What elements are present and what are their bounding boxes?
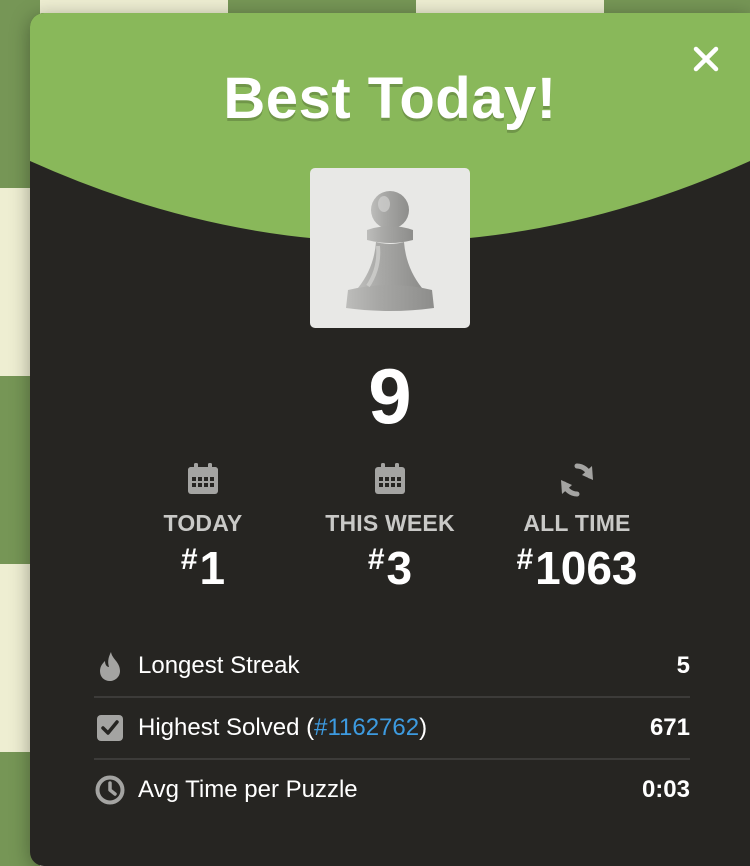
stat-label-prefix: Highest Solved (	[138, 714, 315, 741]
puzzle-link[interactable]: #1162762	[314, 714, 419, 741]
calendar-icon	[183, 461, 223, 501]
calendar-icon	[370, 461, 410, 501]
pawn-icon	[346, 191, 434, 311]
rank-number: 1	[199, 542, 226, 594]
rank-value: #3	[295, 541, 485, 595]
flame-icon	[94, 650, 126, 682]
clock-icon	[94, 774, 126, 806]
rank-hash: #	[516, 543, 534, 576]
rank-value: #1063	[482, 541, 672, 595]
stat-label-suffix: )	[419, 714, 428, 741]
checkbox-icon	[94, 712, 126, 744]
stat-value: 0:03	[641, 776, 690, 803]
rank-label: TODAY	[163, 510, 243, 536]
stat-highest-solved: Highest Solved (#1162762) 671	[94, 698, 690, 760]
stat-avg-time: Avg Time per Puzzle 0:03	[94, 760, 690, 820]
rank-hash: #	[367, 543, 385, 576]
modal-title: Best Today!	[223, 66, 557, 131]
rank-number: 3	[386, 542, 413, 594]
piece-tile	[310, 168, 470, 328]
stat-longest-streak: Longest Streak 5	[94, 636, 690, 698]
rank-hash: #	[180, 543, 198, 576]
stat-label: Longest Streak	[138, 652, 300, 679]
stat-label: Avg Time per Puzzle	[138, 776, 358, 803]
rank-this-week: THIS WEEK #3	[295, 461, 485, 595]
score-value: 9	[368, 352, 412, 440]
stat-value: 5	[676, 652, 690, 679]
stat-value: 671	[649, 714, 690, 741]
stat-label: Highest Solved (#1162762)	[138, 714, 650, 742]
rank-summary: TODAY #1 THIS WEEK #3 ALL TIME #1063	[30, 461, 750, 601]
rank-label: THIS WEEK	[325, 510, 455, 536]
close-button[interactable]	[688, 41, 724, 77]
rank-today: TODAY #1	[108, 461, 298, 595]
rank-number: 1063	[535, 542, 638, 594]
rank-all-time: ALL TIME #1063	[482, 461, 672, 595]
rank-label: ALL TIME	[523, 510, 631, 536]
rank-value: #1	[108, 541, 298, 595]
best-today-modal: Best Today! 9 TODAY #1 THIS WEEK #3 ALL …	[30, 13, 750, 866]
stats-list: Longest Streak 5 Highest Solved (#116276…	[94, 636, 690, 820]
close-icon	[693, 46, 719, 72]
refresh-icon	[557, 461, 597, 501]
